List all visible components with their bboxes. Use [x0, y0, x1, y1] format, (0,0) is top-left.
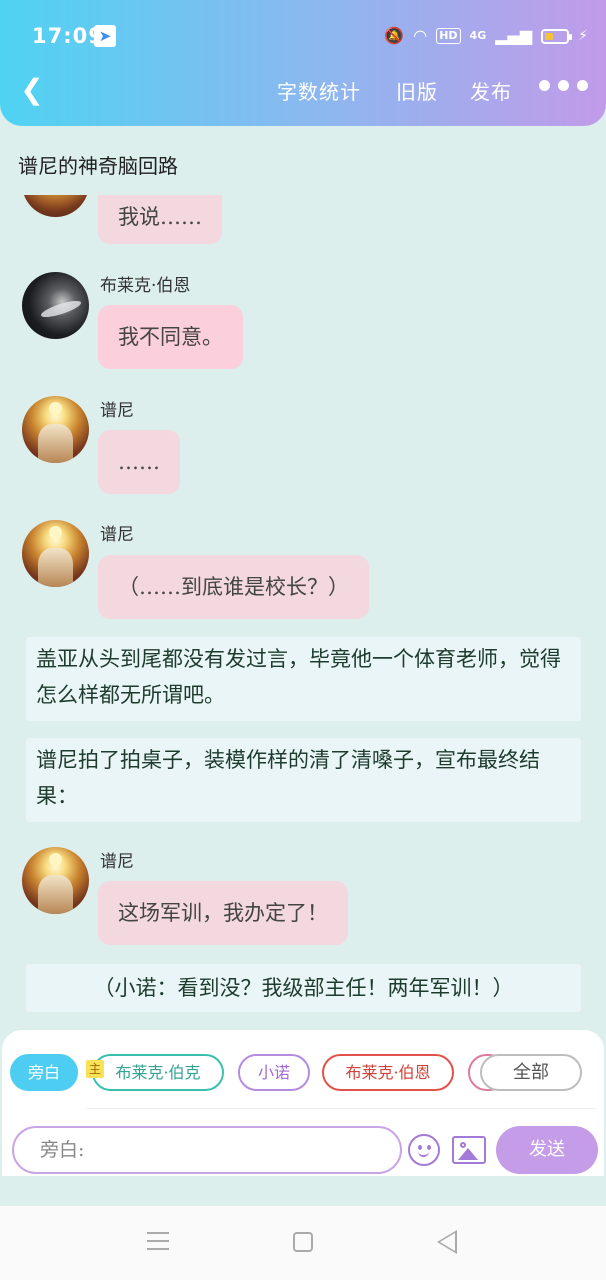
message-bubble[interactable]: 我说…… [98, 195, 222, 244]
message-bubble[interactable]: 我不同意。 [98, 305, 243, 369]
role-chip-blake-main[interactable]: 布莱克·伯克 [92, 1054, 224, 1091]
telegram-icon: ➤ [94, 25, 116, 47]
message-bubble[interactable]: …… [98, 430, 180, 494]
avatar-tony[interactable] [22, 520, 89, 587]
hd-badge: HD [436, 28, 461, 44]
role-chip-xiaonuo[interactable]: 小诺 [238, 1054, 310, 1091]
avatar-tony [22, 195, 89, 217]
message-bubble[interactable]: （……到底谁是校长？） [98, 555, 369, 619]
speaker-name: 布莱克·伯恩 [100, 276, 191, 296]
speaker-name: 谱尼 [100, 852, 134, 872]
composer-panel: 旁白 布莱克·伯克 小诺 布莱克·伯恩 全部 主 旁白: 发送 [2, 1030, 604, 1176]
bell-mute-icon: 🔕 [384, 26, 405, 45]
role-chip-blake[interactable]: 布莱克·伯恩 [322, 1054, 454, 1091]
system-nav-bar [0, 1206, 606, 1280]
avatar-tony[interactable] [22, 847, 89, 914]
narration-block[interactable]: 盖亚从头到尾都没有发过言，毕竟他一个体育老师，觉得怎么样都无所谓吧。 [26, 637, 581, 721]
menu-icon[interactable] [147, 1232, 169, 1250]
main-role-badge: 主 [86, 1060, 104, 1078]
signal-icon: ▂▄▆ [495, 26, 533, 45]
send-button[interactable]: 发送 [496, 1126, 598, 1174]
speaker-name: 谱尼 [100, 401, 134, 421]
avatar-tony[interactable] [22, 396, 89, 463]
image-icon[interactable] [452, 1136, 486, 1164]
message-bubble[interactable]: 这场军训，我办定了！ [98, 881, 348, 945]
role-chip-narrator[interactable]: 旁白 [10, 1054, 78, 1091]
charging-icon: ⚡ [578, 28, 588, 44]
message-input[interactable]: 旁白: [12, 1126, 402, 1174]
app-header: 17:09 ➤ 🔕 ◠ HD 4G ▂▄▆ ⚡ ❮ 字数统计 旧版 发布 [0, 0, 606, 126]
speaker-name: 谱尼 [100, 525, 134, 545]
old-version-button[interactable]: 旧版 [396, 76, 438, 105]
role-chip-all[interactable]: 全部 [480, 1054, 582, 1091]
emoji-icon[interactable] [408, 1134, 440, 1166]
status-indicators: 🔕 ◠ HD 4G ▂▄▆ ⚡ [384, 26, 588, 46]
more-dots-icon[interactable] [539, 80, 588, 91]
battery-icon [541, 28, 573, 44]
narration-block[interactable]: （小诺：看到没？我级部主任！两年军训！） [26, 964, 581, 1012]
publish-button[interactable]: 发布 [470, 76, 512, 105]
message-list[interactable]: 我说…… 布莱克·伯恩 我不同意。 谱尼 …… 谱尼 （……到底谁是校长？） 盖… [0, 195, 606, 1025]
avatar-blake[interactable] [22, 272, 89, 339]
back-triangle-icon[interactable] [437, 1230, 457, 1254]
wifi-icon: ◠ [413, 26, 428, 45]
divider [86, 1108, 596, 1109]
word-count-button[interactable]: 字数统计 [277, 76, 361, 105]
page-title: 谱尼的神奇脑回路 [18, 154, 178, 178]
chevron-left-icon[interactable]: ❮ [16, 74, 48, 106]
home-icon[interactable] [293, 1232, 313, 1252]
narration-block[interactable]: 谱尼拍了拍桌子，装模作样的清了清嗓子，宣布最终结果： [26, 738, 581, 822]
network-label: 4G [469, 29, 487, 42]
